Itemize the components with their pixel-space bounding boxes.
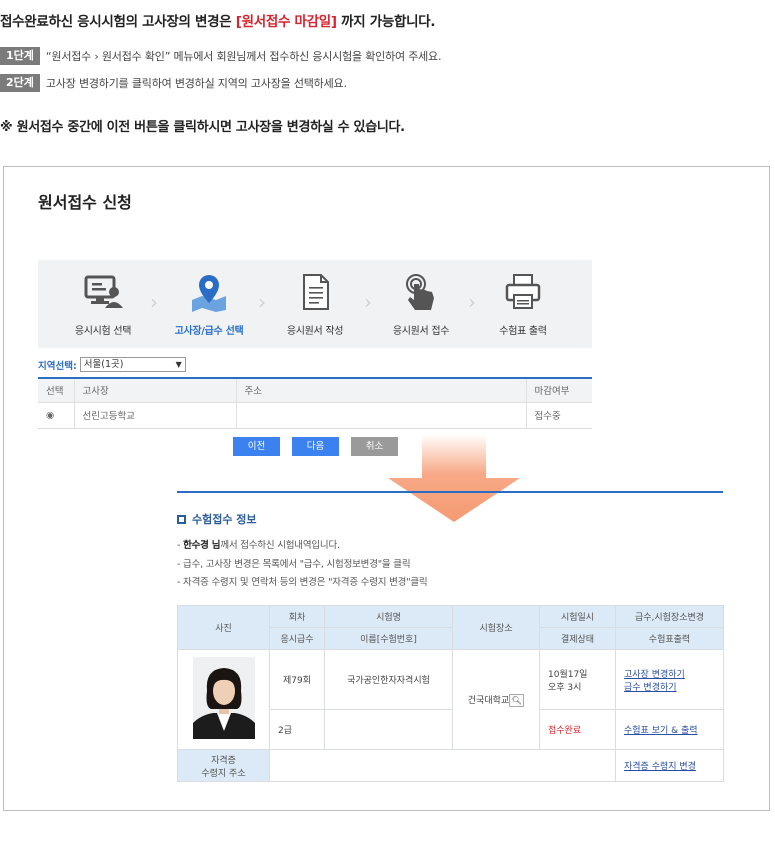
search-icon[interactable]: 🔍︎	[509, 693, 525, 707]
info-bullet-1-text: 께서 접수하신 시험내역입니다.	[220, 540, 340, 551]
computer-user-icon	[84, 275, 123, 308]
exam-time: 오후 3시	[548, 682, 582, 693]
applicant-photo	[192, 657, 255, 739]
photo-cell	[177, 649, 270, 750]
region-select-value: 서울(1곳)	[83, 359, 124, 370]
col-header-exam-name: 시험명	[324, 605, 453, 628]
change-place-link[interactable]: 고사장 변경하기	[624, 667, 721, 680]
col-header-name-no: 이름[수험번호]	[324, 627, 453, 650]
site-status: 접수중	[526, 402, 592, 429]
exam-site-table: 선택 고사장 주소 마감여부 ◉ 선린고등학교 접수중	[38, 377, 592, 429]
section-title: 수험접수 정보	[177, 511, 257, 527]
table-row: 제79회 국가공인한자자격시험 건국대학교 🔍︎ 10월17일 오후 3시 고사장…	[177, 649, 724, 750]
info-bullet-1: - 한수경 님께서 접수하신 시험내역입니다.	[177, 540, 340, 551]
printer-icon	[505, 274, 541, 309]
col-header-deadline: 마감여부	[526, 377, 592, 403]
step-label: 응시원서 접수	[392, 326, 450, 337]
step-1-row: 1단계 “원서접수 › 원서접수 확인” 메뉴에서 회원님께서 접수하신 응시시…	[0, 47, 441, 65]
step-label: 고사장/급수 선택	[174, 326, 244, 337]
chevron-down-icon: ▼	[175, 360, 182, 369]
map-pin-icon	[192, 275, 226, 312]
col-header-address: 주소	[236, 377, 527, 403]
info-bullet-2: - 급수, 고사장 변경은 목록에서 "급수, 시험정보변경"을 클릭	[177, 559, 411, 570]
site-radio[interactable]: ◉	[38, 402, 75, 429]
square-bullet-icon	[177, 514, 186, 524]
deadline-highlight: [원서접수 마감일]	[235, 14, 337, 30]
address-change-cell: 자격증 수령지 변경	[615, 749, 724, 782]
col-header-change: 급수,시험장소변경	[615, 605, 724, 628]
action-buttons: 이전 다음 취소	[233, 437, 398, 456]
table-row: ◉ 선린고등학교 접수중	[38, 402, 592, 429]
datetime-cell: 10월17일 오후 3시	[539, 649, 616, 710]
round-value: 제79회	[269, 649, 325, 710]
next-button[interactable]: 다음	[292, 437, 339, 456]
site-name: 선린고등학교	[74, 402, 237, 429]
col-header-site: 고사장	[74, 377, 237, 403]
step-label: 응시원서 작성	[286, 326, 344, 337]
exam-name-value: 국가공인한자자격시험	[324, 649, 453, 710]
col-header-pay: 결제상태	[539, 627, 616, 650]
col-header-round: 회차	[269, 605, 325, 628]
exam-date: 10월17일	[548, 669, 588, 680]
document-icon	[303, 274, 329, 310]
change-links-cell: 고사장 변경하기 급수 변경하기	[615, 649, 724, 710]
name-no-value	[324, 709, 453, 750]
step-label: 응시시험 선택	[74, 326, 132, 337]
region-label: 지역선택:	[38, 360, 77, 372]
address-label-cell: 자격증 수령지 주소	[177, 749, 270, 782]
progress-stepper: 응시시험 선택 › 고사장/급수 선택 › 응시원서 작성 › 응시원서 접수 …	[38, 260, 592, 348]
applicant-name: 한수경 님	[183, 540, 221, 551]
table-row: 자격증 수령지 주소 자격증 수령지 변경	[177, 749, 724, 782]
table-header-row: 사진 회차 시험명 시험장소 시험일시 급수,시험장소변경	[177, 605, 724, 650]
region-selector: 지역선택: 서울(1곳) ▼	[38, 357, 186, 372]
place-value: 건국대학교	[467, 695, 510, 706]
col-header-photo: 사진	[177, 605, 270, 650]
step-1-badge: 1단계	[0, 47, 40, 65]
ticket-cell: 수험표 보기 & 출력	[615, 709, 724, 750]
address-label-2: 수령지 주소	[201, 768, 246, 779]
level-value: 2급	[269, 709, 325, 750]
address-value	[269, 749, 616, 782]
note-text: ※ 원서접수 중간에 이전 버튼을 클릭하시면 고사장을 변경하실 수 있습니다…	[0, 120, 405, 135]
table-header-row: 선택 고사장 주소 마감여부	[38, 377, 592, 403]
col-header-place: 시험장소	[452, 605, 540, 650]
step-label: 수험표 출력	[499, 326, 547, 337]
col-header-select: 선택	[38, 377, 75, 403]
prev-button[interactable]: 이전	[233, 437, 280, 456]
change-level-link[interactable]: 급수 변경하기	[624, 680, 721, 693]
step-2-badge: 2단계	[0, 74, 40, 92]
col-header-datetime: 시험일시	[539, 605, 616, 628]
chevron-right-icon: ›	[258, 290, 266, 314]
exam-info-table: 사진 회차 시험명 시험장소 시험일시 급수,시험장소변경 응시급수 이름[수험…	[177, 605, 724, 782]
change-address-link[interactable]: 자격증 수령지 변경	[624, 762, 696, 772]
col-header-level: 응시급수	[269, 627, 325, 650]
application-screenshot-frame: 원서접수 신청 응시시험 선택 › 고사장/급수 선택 › 응시원서 작성 › …	[3, 166, 770, 811]
section-title-text: 수험접수 정보	[192, 513, 257, 526]
intro-title: 접수완료하신 응시시험의 고사장의 변경은 [원서접수 마감일] 까지 가능합니…	[0, 10, 436, 30]
section-divider	[177, 491, 723, 493]
hand-click-icon	[406, 274, 434, 310]
chevron-right-icon: ›	[150, 290, 158, 314]
col-header-ticket: 수험표출력	[615, 627, 724, 650]
chevron-right-icon: ›	[364, 290, 372, 314]
pay-status-value: 접수완료	[539, 709, 616, 750]
down-arrow-icon	[388, 434, 520, 522]
step-2-row: 2단계 고사장 변경하기를 클릭하여 변경하실 지역의 고사장을 선택하세요.	[0, 74, 347, 92]
intro-title-text: 접수완료하신 응시시험의 고사장의 변경은	[0, 14, 236, 30]
step-1-text: “원서접수 › 원서접수 확인” 메뉴에서 회원님께서 접수하신 응시시험을 확…	[45, 50, 442, 63]
page-title: 원서접수 신청	[38, 193, 132, 212]
info-bullet-3: - 자격증 수령지 및 연락처 등의 변경은 "자격증 수령지 변경"클릭	[177, 577, 428, 588]
address-label-1: 자격증	[211, 755, 236, 766]
chevron-right-icon: ›	[468, 290, 476, 314]
place-cell: 건국대학교 🔍︎	[452, 649, 540, 750]
intro-title-suffix: 까지 가능합니다.	[336, 14, 436, 30]
region-select[interactable]: 서울(1곳) ▼	[79, 357, 186, 372]
step-2-text: 고사장 변경하기를 클릭하여 변경하실 지역의 고사장을 선택하세요.	[45, 77, 347, 90]
view-ticket-link[interactable]: 수험표 보기 & 출력	[624, 726, 698, 736]
site-address	[236, 402, 527, 429]
